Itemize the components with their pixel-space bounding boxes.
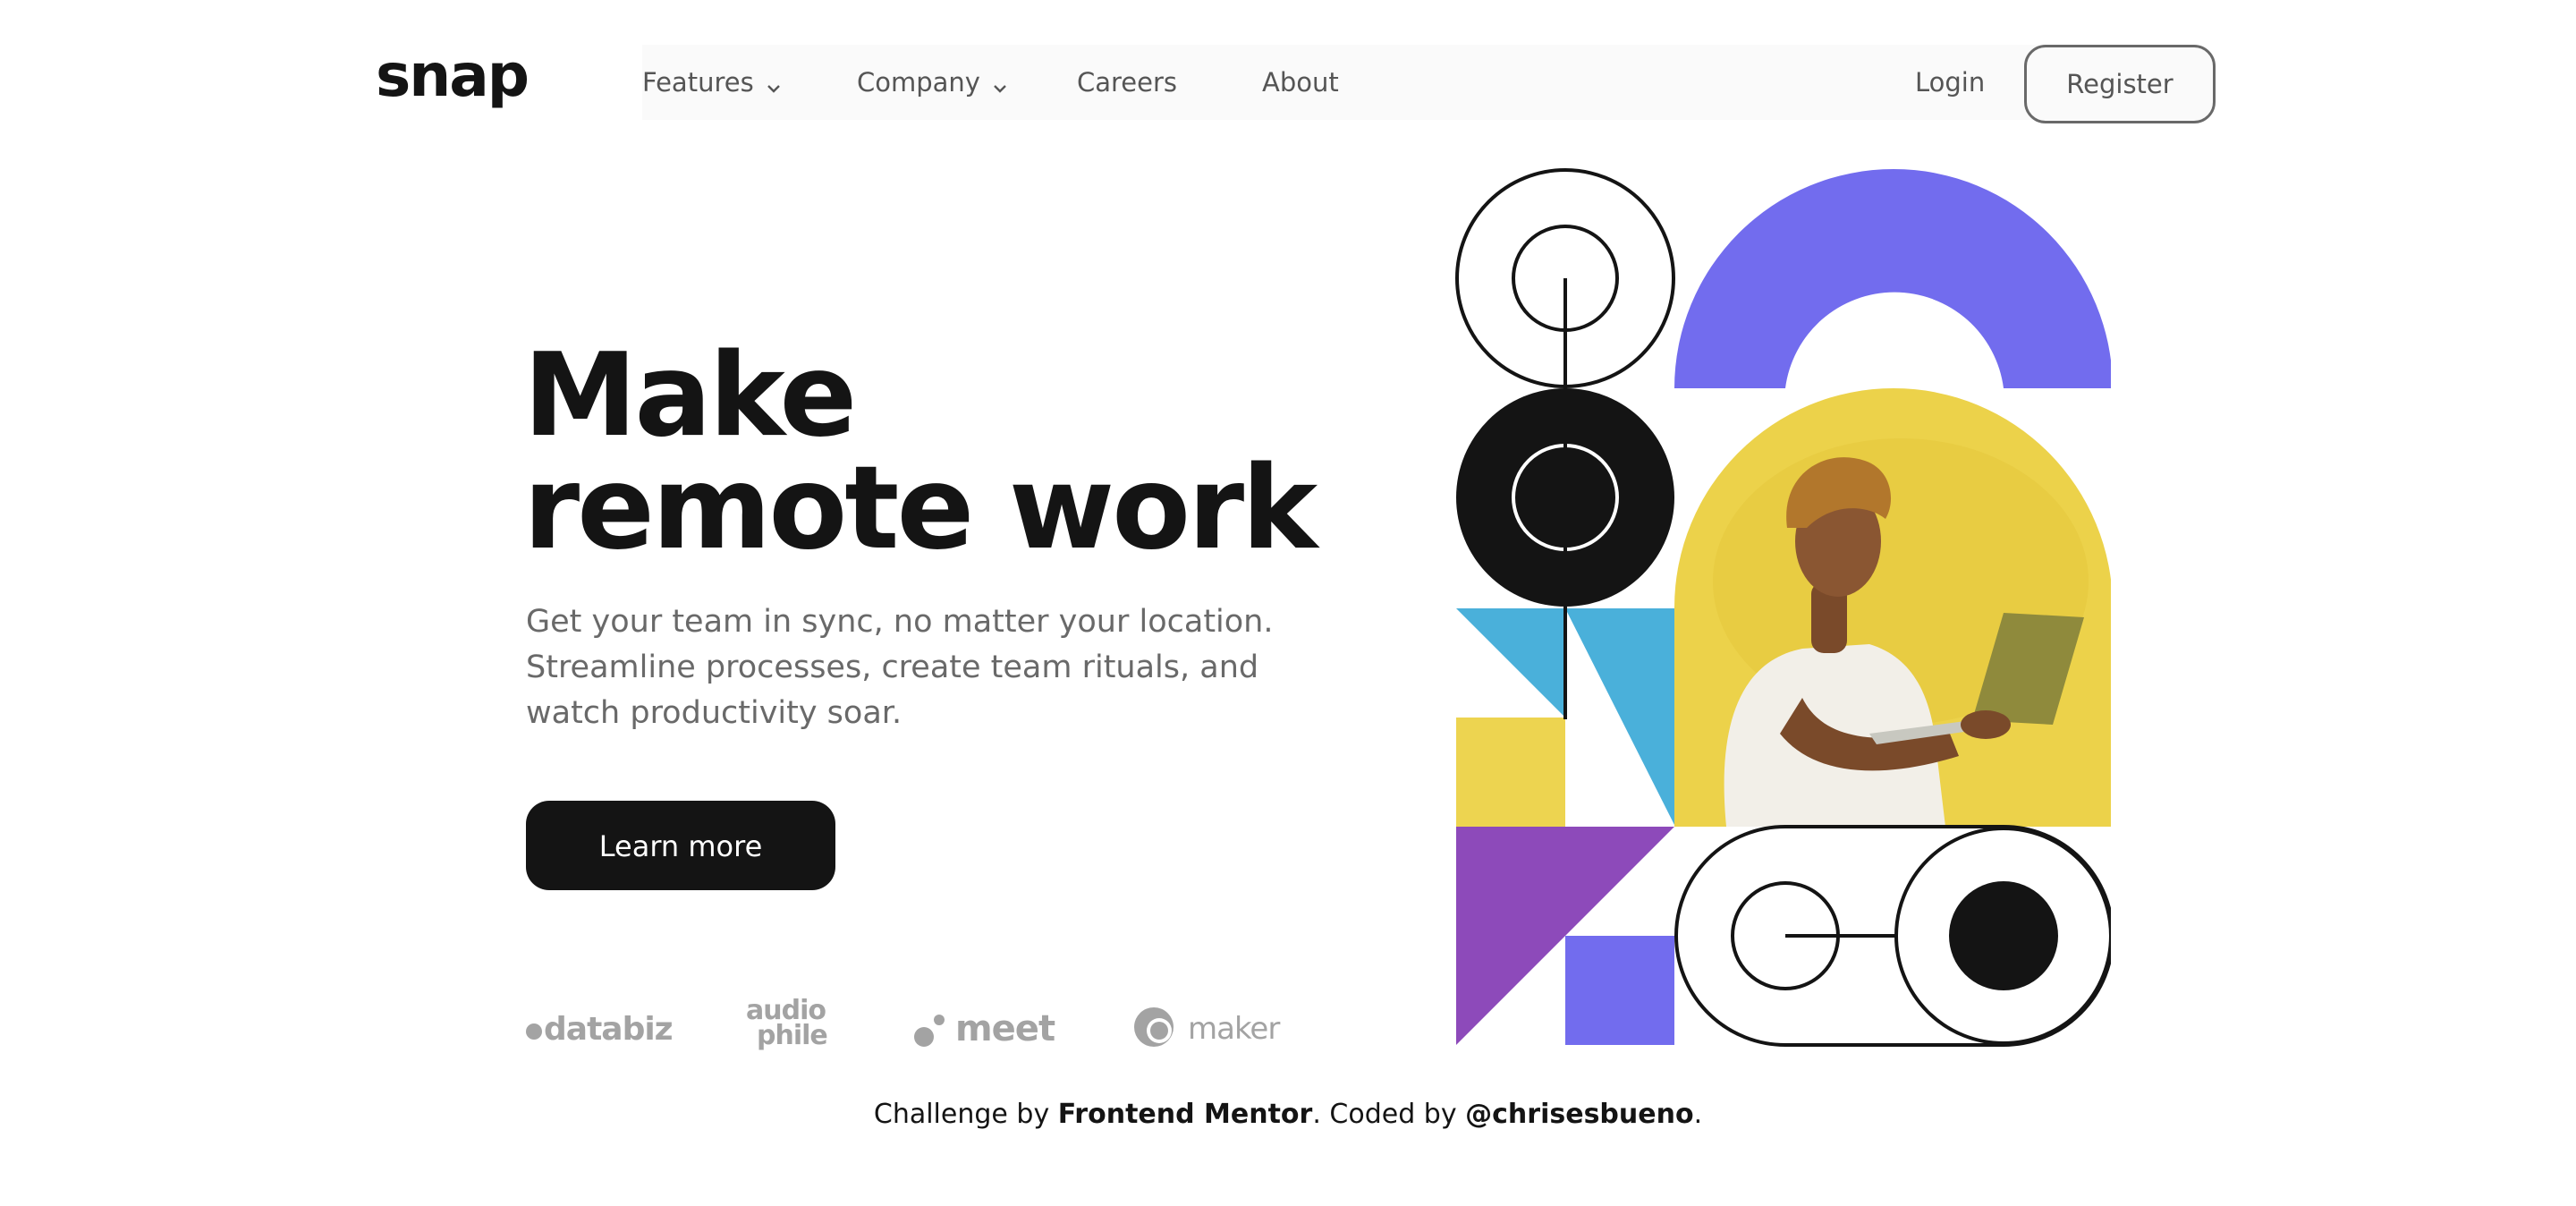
client-logo-maker: maker [1132,1002,1280,1056]
nav-careers[interactable]: Careers [1077,45,1177,120]
author-link[interactable]: @chrisesbueno [1465,1099,1693,1130]
nav-company-label: Company [857,67,980,98]
meet-wordmark: meet [955,1008,1055,1049]
yellow-square-shape [1456,718,1565,827]
nav-features[interactable]: Features [642,45,781,120]
hero-description: Get your team in sync, no matter your lo… [526,599,1313,736]
chevron-down-icon [767,47,781,122]
hero-description-line1: Get your team in sync, no matter your lo… [526,604,1274,640]
nav-about[interactable]: About [1262,45,1339,120]
hero-title-line2: remote work [523,442,1318,575]
attribution-middle: . Coded by [1312,1099,1466,1130]
navbar [642,45,2038,120]
purple-arch-shape [1674,169,2111,388]
databiz-wordmark: databiz [544,1010,674,1048]
person-photo [1674,388,2111,827]
hero-title: Make remote work [523,329,1318,575]
snap-logo[interactable]: snap [376,36,530,116]
audiophile-wordmark-bottom: phile [757,1020,828,1051]
maker-wordmark: maker [1188,1011,1280,1047]
purple-square-shape [1565,936,1674,1045]
nav-features-label: Features [642,67,754,98]
maker-swirl-icon [1132,1006,1175,1052]
footer-attribution: Challenge by Frontend Mentor. Coded by @… [0,1099,2576,1130]
frontend-mentor-link[interactable]: Frontend Mentor [1058,1099,1313,1130]
login-link[interactable]: Login [1915,45,1985,120]
hero-description-line3: watch productivity soar. [526,695,902,731]
hero-description-line2: Streamline processes, create team ritual… [526,650,1259,685]
learn-more-button[interactable]: Learn more [526,801,835,890]
hero-title-line1: Make [523,329,857,463]
register-button[interactable]: Register [2024,45,2216,123]
meet-dots-icon [912,1011,948,1047]
bottom-pill-shape [1674,825,2111,1047]
attribution-prefix: Challenge by [873,1099,1058,1130]
chevron-down-icon [993,47,1007,122]
blue-triangle-left [1456,608,1565,718]
client-logo-databiz: databiz [526,1002,674,1056]
databiz-dot-icon [526,1023,542,1040]
nav-company[interactable]: Company [857,45,1007,120]
hero-illustration [1455,168,2111,1047]
client-logo-audiophile: audio phile [746,998,828,1052]
client-logo-meet: meet [912,1002,1055,1056]
attribution-suffix: . [1693,1099,1703,1130]
